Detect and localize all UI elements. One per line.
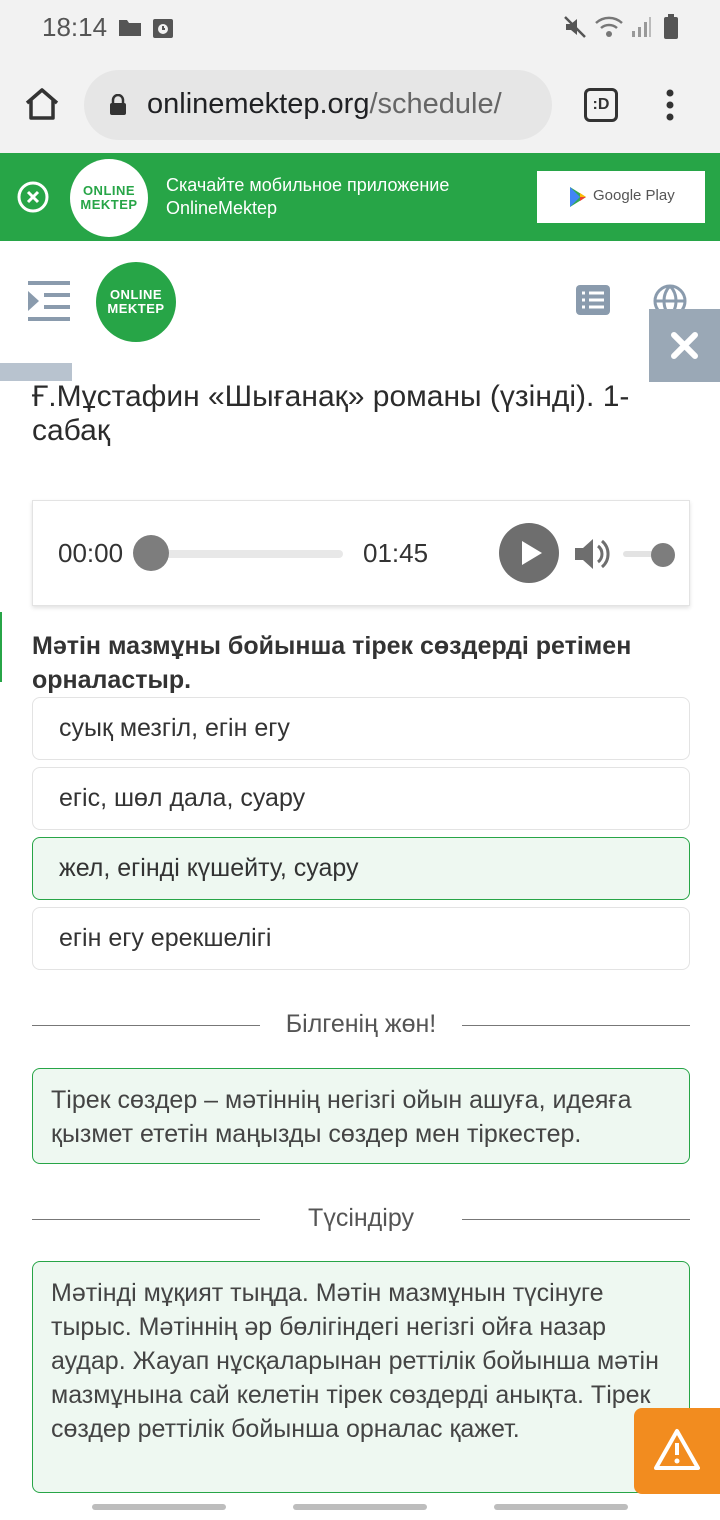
url-host: onlinemektep.org bbox=[147, 88, 370, 120]
battery-icon bbox=[664, 14, 678, 39]
site-logo-line2: MEKTEP bbox=[107, 301, 165, 316]
url-path: /schedule/ bbox=[369, 88, 502, 120]
site-header: ONLINE MEKTEP bbox=[0, 241, 720, 366]
tab-switcher-label: :D bbox=[592, 96, 610, 113]
explanation-divider: Түсіндіру bbox=[32, 1204, 690, 1234]
signal-icon bbox=[632, 17, 651, 37]
answer-option-3[interactable]: жел, егінді күшейту, суару bbox=[32, 837, 690, 900]
hint-divider: Білгенің жөн! bbox=[32, 1010, 690, 1040]
google-play-label: Google Play bbox=[593, 187, 675, 204]
volume-thumb[interactable] bbox=[651, 543, 675, 567]
google-play-icon bbox=[570, 187, 586, 207]
system-nav-bar bbox=[0, 1494, 720, 1520]
answer-option-4[interactable]: егін егу ерекшелігі bbox=[32, 907, 690, 970]
answer-option-2[interactable]: егіс, шөл дала, суару bbox=[32, 767, 690, 830]
explanation-heading: Түсіндіру bbox=[308, 1204, 414, 1232]
question-accent-bar bbox=[0, 612, 2, 682]
banner-logo: ONLINE MEKTEP bbox=[70, 159, 148, 237]
answer-option-label: егіс, шөл дала, суару bbox=[59, 784, 306, 812]
schedule-list-icon[interactable] bbox=[576, 285, 610, 315]
more-menu-icon[interactable] bbox=[664, 88, 676, 122]
site-logo[interactable]: ONLINE MEKTEP bbox=[96, 262, 176, 342]
url-text: onlinemektep.org/schedule/ bbox=[147, 88, 502, 121]
app-download-banner: ONLINE MEKTEP Скачайте мобильное приложе… bbox=[0, 153, 720, 241]
tab-switcher-button[interactable]: :D bbox=[584, 88, 618, 122]
globe-icon[interactable] bbox=[652, 283, 688, 311]
lesson-title: Ғ.Мұстафин «Шығанақ» романы (үзінді). 1-… bbox=[32, 380, 630, 447]
play-button[interactable] bbox=[499, 523, 559, 583]
google-play-button[interactable]: Google Play bbox=[537, 171, 705, 223]
volume-icon[interactable] bbox=[573, 537, 611, 571]
audio-duration: 01:45 bbox=[363, 538, 429, 568]
close-icon bbox=[671, 332, 698, 359]
close-panel-button[interactable] bbox=[649, 309, 720, 382]
play-icon bbox=[522, 541, 542, 565]
hint-heading: Білгенің жөн! bbox=[285, 1010, 437, 1038]
answer-option-label: жел, егінді күшейту, суару bbox=[59, 854, 359, 882]
nav-recents-button[interactable] bbox=[92, 1504, 226, 1510]
hint-text: Тірек сөздер – мәтіннің негізгі ойын ашу… bbox=[51, 1086, 632, 1148]
close-banner-icon[interactable] bbox=[17, 181, 49, 213]
banner-text-line2: OnlineMektep bbox=[166, 198, 278, 218]
explanation-box: Мәтінді мұқият тыңда. Мәтін мазмұнын түс… bbox=[32, 1261, 690, 1493]
address-bar[interactable]: onlinemektep.org/schedule/ bbox=[84, 70, 552, 140]
lock-icon bbox=[110, 94, 126, 115]
audio-player: 00:00 01:45 bbox=[32, 500, 690, 606]
status-time: 18:14 bbox=[42, 12, 108, 42]
question-text: Мәтін мазмұны бойынша тірек сөздерді рет… bbox=[32, 632, 632, 694]
explanation-text: Мәтінді мұқият тыңда. Мәтін мазмұнын түс… bbox=[51, 1279, 659, 1443]
banner-logo-line1: ONLINE bbox=[82, 183, 136, 198]
site-logo-line1: ONLINE bbox=[109, 287, 163, 302]
banner-logo-line2: MEKTEP bbox=[80, 197, 138, 212]
nav-back-button[interactable] bbox=[494, 1504, 628, 1510]
report-issue-button[interactable] bbox=[634, 1408, 720, 1494]
mute-icon bbox=[564, 16, 586, 38]
answer-option-label: суық мезгіл, егін егу bbox=[59, 714, 290, 742]
calendar-icon bbox=[153, 19, 173, 38]
audio-seek-thumb[interactable] bbox=[133, 535, 169, 571]
audio-current-time: 00:00 bbox=[58, 538, 124, 568]
wifi-icon bbox=[595, 16, 623, 37]
hint-box: Тірек сөздер – мәтіннің негізгі ойын ашу… bbox=[32, 1068, 690, 1164]
answer-option-1[interactable]: суық мезгіл, егін егу bbox=[32, 697, 690, 760]
home-icon[interactable] bbox=[24, 86, 60, 122]
audio-seek-track[interactable] bbox=[151, 550, 343, 558]
banner-text: Скачайте мобильное приложение OnlineMekt… bbox=[166, 174, 449, 220]
answer-option-label: егін егу ерекшелігі bbox=[59, 924, 272, 952]
banner-text-line1: Скачайте мобильное приложение bbox=[166, 175, 450, 195]
sidebar-menu-icon[interactable] bbox=[26, 281, 72, 321]
warning-icon bbox=[654, 1429, 700, 1470]
folder-icon bbox=[119, 20, 141, 36]
browser-toolbar: onlinemektep.org/schedule/ :D bbox=[0, 56, 720, 153]
status-bar: 18:14 bbox=[0, 0, 720, 56]
nav-home-button[interactable] bbox=[293, 1504, 427, 1510]
header-accent-strip bbox=[0, 363, 72, 381]
